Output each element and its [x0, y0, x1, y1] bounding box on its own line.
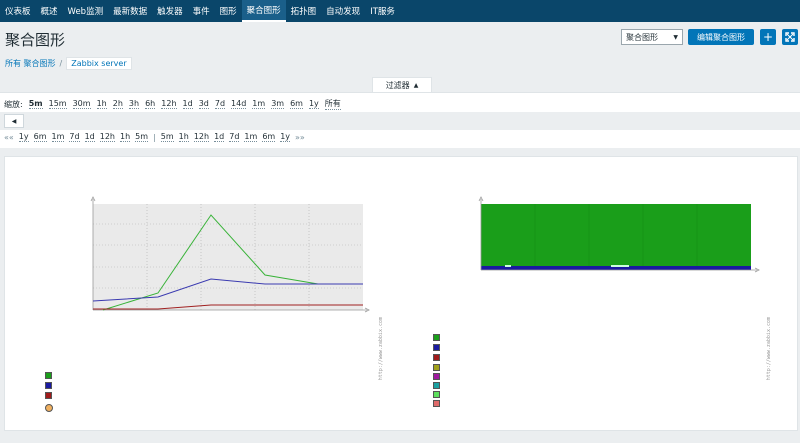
- zoom-option[interactable]: 30m: [72, 99, 91, 109]
- zoom-row: 缩放: 5m 15m 30m 1h 2h 3h 6h 12h 1d 3d 7d 14d 1m 3m 6m 1y…: [4, 98, 341, 110]
- legend-swatch-lightgreen: [433, 391, 440, 398]
- fullscreen-glyph: [785, 32, 795, 42]
- filter-tab[interactable]: 过滤器 ▲: [372, 77, 432, 92]
- nav-item[interactable]: 聚合图形: [241, 0, 286, 22]
- period-forward-option[interactable]: 12h: [193, 132, 210, 142]
- nav-item[interactable]: 自动发现: [321, 0, 365, 22]
- period-prev-marker[interactable]: ««: [4, 133, 14, 142]
- nav-item[interactable]: 仪表板: [0, 0, 36, 22]
- fullscreen-icon[interactable]: [782, 29, 798, 45]
- right-graph-spike-1: [505, 265, 511, 267]
- period-forward-option[interactable]: 7d: [229, 132, 240, 142]
- caret-left-icon[interactable]: ◀: [4, 114, 24, 128]
- period-forward-option[interactable]: 5m: [160, 132, 174, 142]
- nav-item[interactable]: 概述: [36, 0, 63, 22]
- nav-item[interactable]: 触发器: [152, 0, 188, 22]
- zoom-label: 缩放:: [4, 99, 23, 109]
- period-nav-row: «« 1y 6m 1m 7d 1d 12h 1h 5m | 5m 1h 12h 1d 7d 1m 6m 1y »»: [4, 132, 305, 142]
- zoom-option[interactable]: 1y: [308, 99, 319, 109]
- watermark-right: http://www.zabbix.com: [766, 317, 772, 381]
- left-graph: [90, 196, 370, 313]
- period-forward-option[interactable]: 6m: [262, 132, 276, 142]
- legend-swatch-red: [45, 392, 52, 399]
- right-graph: [478, 196, 760, 273]
- zoom-option[interactable]: 1m: [252, 99, 266, 109]
- breadcrumb-current[interactable]: Zabbix server: [66, 56, 132, 70]
- zoom-option[interactable]: 14d: [231, 99, 247, 109]
- breadcrumb-all-screens[interactable]: 所有 聚合图形: [5, 58, 56, 69]
- legend-swatch-green: [45, 372, 52, 379]
- period-back-option[interactable]: 7d: [69, 132, 80, 142]
- zoom-option[interactable]: 7d: [214, 99, 226, 109]
- nav-item[interactable]: Web监测: [63, 0, 109, 22]
- zoom-option[interactable]: 6m: [290, 99, 303, 109]
- breadcrumb: 所有 聚合图形 / Zabbix server: [5, 56, 132, 70]
- nav-item[interactable]: IT服务: [365, 0, 400, 22]
- nav-item[interactable]: 最新数据: [108, 0, 152, 22]
- breadcrumb-separator: /: [59, 58, 63, 68]
- period-forward-option[interactable]: 1y: [280, 132, 291, 142]
- period-next-marker[interactable]: »»: [295, 133, 305, 142]
- period-back-option[interactable]: 12h: [99, 132, 115, 142]
- zoom-option[interactable]: 2h: [112, 99, 123, 109]
- chevron-down-icon: ▼: [673, 33, 678, 41]
- legend-swatch-orange: [45, 404, 53, 412]
- period-back-option[interactable]: 1m: [51, 132, 65, 142]
- edit-screen-button[interactable]: 编辑聚合图形: [688, 29, 754, 45]
- zoom-option[interactable]: 3m: [271, 99, 285, 109]
- zoom-option[interactable]: 1d: [182, 99, 193, 109]
- left-graph-plot-bg: [93, 204, 363, 310]
- legend-swatch-teal: [433, 382, 440, 389]
- legend-swatch-salmon: [433, 400, 440, 407]
- legend-swatch-green-2: [433, 334, 440, 341]
- period-forward-option[interactable]: 1d: [214, 132, 225, 142]
- filter-panel: 缩放: 5m 15m 30m 1h 2h 3h 6h 12h 1d 3d 7d 14d 1m 3m 6m 1y…: [0, 92, 800, 148]
- zoom-option[interactable]: 15m: [48, 99, 67, 109]
- nav-item[interactable]: 事件: [188, 0, 215, 22]
- nav-item[interactable]: 图形: [215, 0, 242, 22]
- period-back-option[interactable]: 1d: [84, 132, 95, 142]
- zoom-option[interactable]: 所有: [324, 98, 341, 110]
- graphs-panel: http://www.zabbix.com http://www.zabbix.…: [4, 156, 798, 431]
- period-back-option[interactable]: 5m: [135, 132, 149, 142]
- filter-tab-label: 过滤器: [385, 80, 410, 90]
- period-back-option[interactable]: 1y: [18, 132, 29, 142]
- zoom-option[interactable]: 6h: [145, 99, 156, 109]
- zoom-option[interactable]: 3d: [198, 99, 209, 109]
- right-graph-spike-2: [611, 265, 629, 267]
- caret-up-icon: ▲: [413, 81, 419, 89]
- period-forward-option[interactable]: 1h: [178, 132, 189, 142]
- legend-swatch-purple: [433, 373, 440, 380]
- right-graph-area-green: [481, 204, 751, 268]
- zoom-option[interactable]: 12h: [161, 99, 177, 109]
- legend-swatch-olive: [433, 364, 440, 371]
- period-separator: |: [153, 132, 156, 142]
- page-title: 聚合图形: [5, 31, 66, 49]
- graphs-canvas: [90, 196, 760, 313]
- period-forward-option[interactable]: 1m: [244, 132, 258, 142]
- legend-swatch-blue-2: [433, 344, 440, 351]
- period-back-option[interactable]: 6m: [33, 132, 47, 142]
- view-select-value: 聚合图形: [626, 32, 658, 42]
- watermark-left: http://www.zabbix.com: [378, 317, 384, 381]
- nav-item[interactable]: 拓扑图: [286, 0, 322, 22]
- legend-swatch-blue: [45, 382, 52, 389]
- plus-icon[interactable]: +: [760, 29, 776, 45]
- legend-swatch-red-2: [433, 354, 440, 361]
- view-select[interactable]: 聚合图形 ▼: [621, 29, 683, 45]
- zoom-option[interactable]: 5m: [28, 99, 43, 109]
- period-back-option[interactable]: 1h: [120, 132, 131, 142]
- zoom-option[interactable]: 1h: [96, 99, 107, 109]
- timeline-strip: [0, 112, 800, 130]
- top-nav: 仪表板 概述 Web监测 最新数据 触发器 事件 图形 聚合图形 拓扑图 自动发现 IT服务: [0, 0, 800, 22]
- zoom-option[interactable]: 3h: [128, 99, 140, 109]
